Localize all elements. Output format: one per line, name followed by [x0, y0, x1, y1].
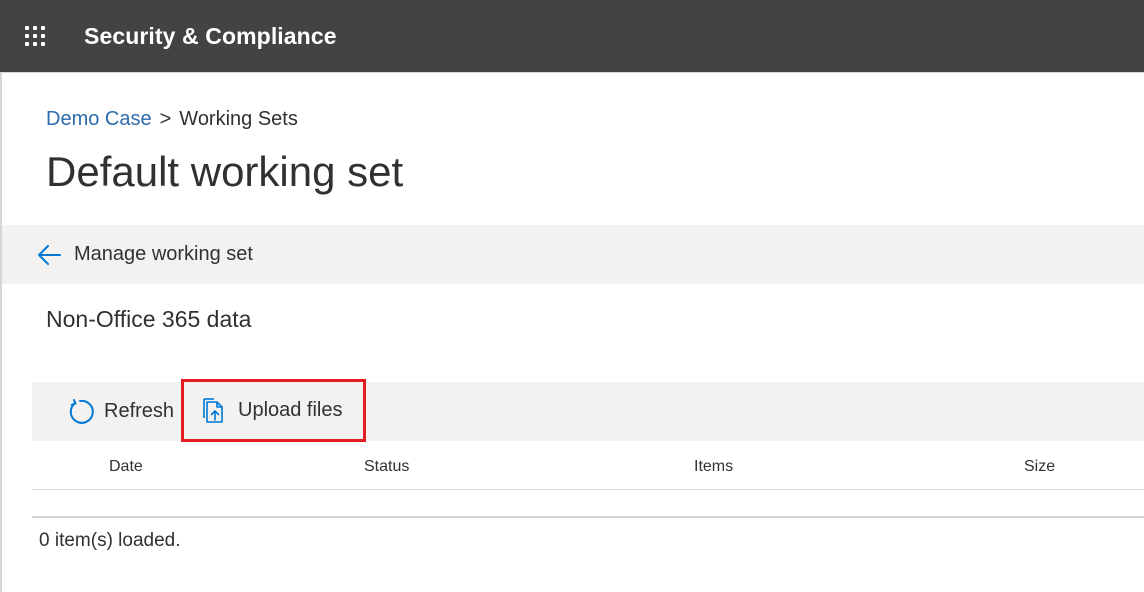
- manage-working-set-label: Manage working set: [74, 243, 253, 265]
- back-arrow-icon: [38, 244, 61, 265]
- upload-files-label: Upload files: [238, 399, 343, 421]
- top-bar: Security & Compliance: [0, 0, 1144, 72]
- manage-working-set-bar: Manage working set: [2, 225, 1144, 284]
- refresh-button[interactable]: Refresh: [32, 382, 186, 441]
- breadcrumb-current: Working Sets: [179, 108, 298, 130]
- breadcrumb-demo-case-link[interactable]: Demo Case: [46, 108, 152, 131]
- items-loaded-status: 0 item(s) loaded.: [39, 530, 181, 551]
- page-title: Default working set: [46, 148, 404, 195]
- upload-files-icon: [203, 397, 223, 423]
- app-title: Security & Compliance: [84, 22, 337, 49]
- table-footer-divider: [32, 516, 1144, 518]
- column-header-size[interactable]: Size: [1024, 458, 1055, 476]
- app-launcher-button[interactable]: [0, 0, 70, 72]
- breadcrumb: Demo Case > Working Sets: [46, 108, 298, 131]
- breadcrumb-separator: >: [159, 108, 172, 130]
- refresh-label: Refresh: [104, 400, 175, 422]
- back-button[interactable]: Manage working set: [36, 243, 253, 266]
- column-header-items[interactable]: Items: [694, 458, 733, 476]
- table-header-divider: [32, 489, 1144, 490]
- column-header-status[interactable]: Status: [364, 458, 409, 476]
- app-launcher-icon: [25, 26, 45, 46]
- command-toolbar: Refresh Upload files: [32, 379, 1144, 442]
- refresh-icon: [69, 398, 94, 424]
- upload-files-button[interactable]: Upload files: [181, 379, 366, 442]
- section-title: Non-Office 365 data: [46, 306, 252, 332]
- column-header-date[interactable]: Date: [109, 458, 143, 476]
